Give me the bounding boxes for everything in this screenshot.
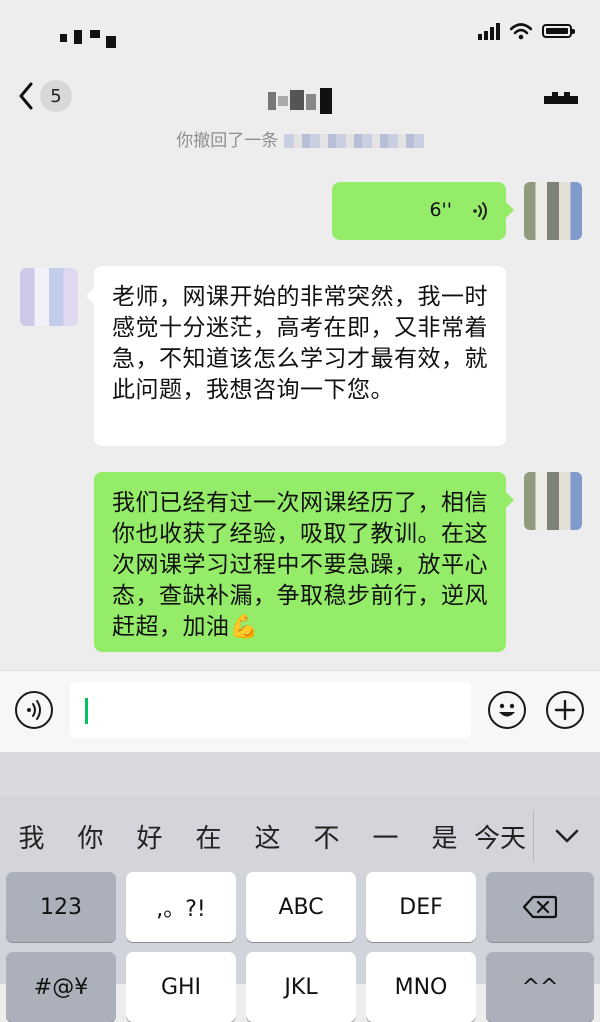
- key-123[interactable]: 123: [6, 872, 116, 942]
- candidate-word[interactable]: 你: [61, 818, 120, 855]
- message-input-bar: [0, 670, 600, 753]
- text-cursor: [85, 698, 88, 724]
- incoming-message-bubble[interactable]: 老师，网课开始的非常突然，我一时感觉十分迷茫，高考在即，又非常着急，不知道该怎么…: [86, 266, 506, 446]
- contact-avatar[interactable]: [20, 268, 78, 326]
- key-punctuation[interactable]: ,。?!: [126, 872, 236, 942]
- recall-notice-text: 你撤回了一条: [176, 131, 279, 151]
- wifi-icon: [510, 22, 532, 39]
- candidate-word[interactable]: 不: [297, 818, 356, 855]
- recalled-content-blurred: [283, 134, 424, 148]
- backspace-key[interactable]: [486, 872, 594, 942]
- chat-header: 5: [0, 70, 600, 126]
- expand-candidates-button[interactable]: [533, 810, 600, 862]
- candidate-word[interactable]: 今天: [474, 818, 530, 855]
- voice-input-toggle[interactable]: [15, 691, 53, 729]
- key-def[interactable]: DEF: [366, 872, 476, 942]
- recall-notice: 你撤回了一条: [0, 126, 600, 151]
- plus-icon: [554, 699, 576, 721]
- back-button[interactable]: 5: [18, 80, 72, 112]
- chat-messages[interactable]: 你撤回了一条 6'' 老师，网课开始的非常突然，我一时感觉十分迷茫，高考在即，又…: [0, 126, 600, 670]
- voice-duration: 6'': [429, 199, 452, 221]
- candidate-bar: 我 你 好 在 这 不 一 是 今天: [0, 796, 600, 876]
- keyboard: 我 你 好 在 这 不 一 是 今天 123 ,。?! ABC DEF #@¥ …: [0, 752, 600, 1022]
- more-actions-button[interactable]: [546, 691, 584, 729]
- battery-icon: [542, 24, 575, 38]
- candidate-word[interactable]: 在: [179, 818, 238, 855]
- emoji-button[interactable]: [488, 691, 526, 729]
- backspace-icon: [523, 895, 557, 919]
- key-abc[interactable]: ABC: [246, 872, 356, 942]
- my-avatar[interactable]: [524, 472, 582, 530]
- cellular-signal-icon: [478, 22, 500, 40]
- smiley-icon: [499, 703, 515, 717]
- candidate-word[interactable]: 这: [238, 818, 297, 855]
- key-ghi[interactable]: GHI: [126, 952, 236, 1022]
- candidate-word[interactable]: 一: [356, 818, 415, 855]
- status-bar: [0, 0, 600, 70]
- more-options-icon[interactable]: [544, 92, 578, 106]
- outgoing-message-bubble[interactable]: 我们已经有过一次网课经历了，相信你也收获了经验，吸取了教训。在这次网课学习过程中…: [94, 472, 514, 652]
- outgoing-message-text: 我们已经有过一次网课经历了，相信你也收获了经验，吸取了教训。在这次网课学习过程中…: [112, 490, 488, 640]
- key-jkl[interactable]: JKL: [246, 952, 356, 1022]
- unread-count-badge: 5: [40, 80, 72, 112]
- key-mno[interactable]: MNO: [366, 952, 476, 1022]
- voice-wave-icon: [27, 700, 41, 720]
- my-avatar[interactable]: [524, 182, 582, 240]
- chevron-left-icon: [19, 82, 33, 110]
- candidate-word[interactable]: 是: [415, 818, 474, 855]
- candidate-word[interactable]: 我: [2, 818, 61, 855]
- key-symbols[interactable]: #@¥: [6, 952, 116, 1022]
- key-emoticon[interactable]: ^^: [486, 952, 594, 1022]
- candidate-word[interactable]: 好: [120, 818, 179, 855]
- chevron-down-icon: [555, 829, 579, 843]
- voice-message-bubble[interactable]: 6'': [332, 182, 514, 240]
- contact-name-blurred: [268, 88, 332, 114]
- message-text-input[interactable]: [70, 682, 471, 738]
- incoming-message-text: 老师，网课开始的非常突然，我一时感觉十分迷茫，高考在即，又非常着急，不知道该怎么…: [112, 284, 488, 403]
- voice-wave-icon: [473, 202, 487, 220]
